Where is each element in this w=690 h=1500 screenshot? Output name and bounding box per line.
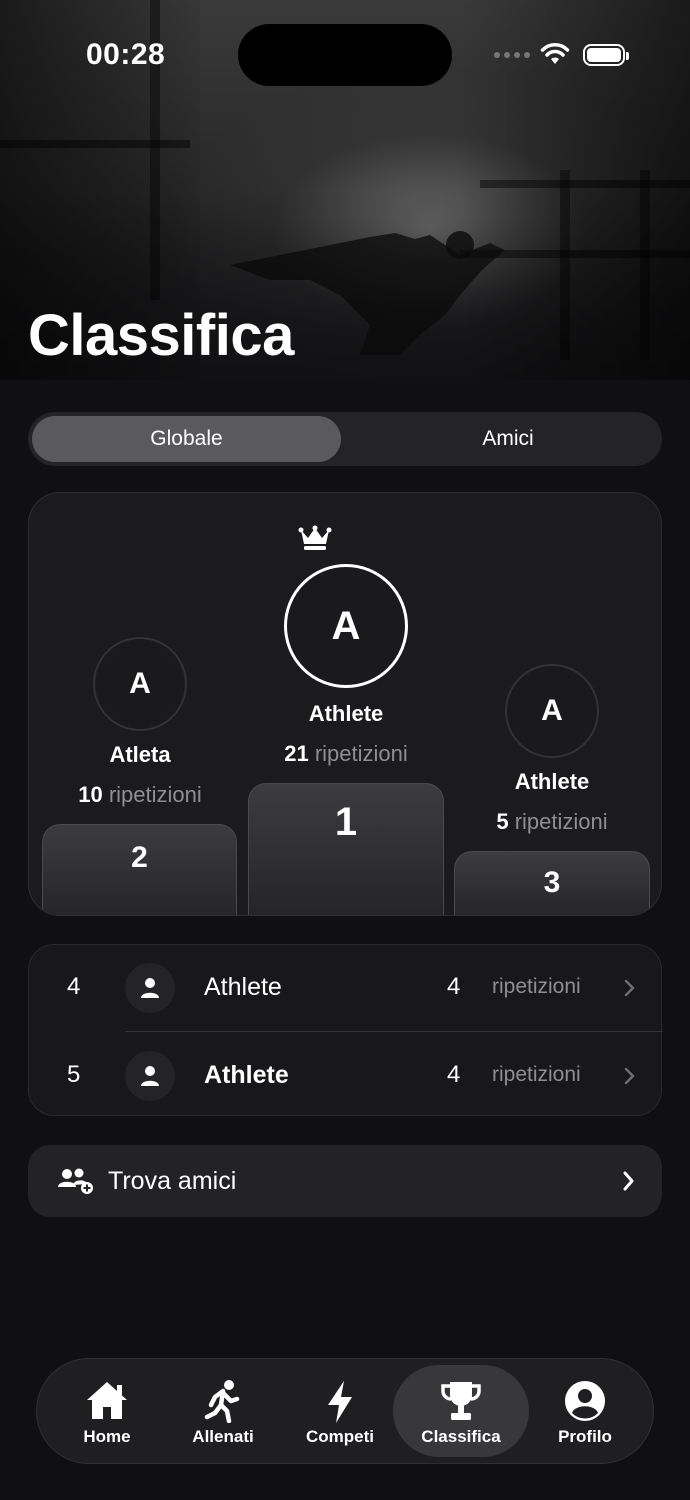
ranking-count: 4 — [447, 973, 461, 1000]
status-bar: 00:28 — [0, 0, 690, 110]
wifi-icon — [540, 43, 570, 64]
chevron-right-icon — [624, 1067, 635, 1085]
ranking-unit: ripetizioni — [492, 975, 581, 998]
user-icon — [125, 1051, 175, 1101]
podium-name-second: Atleta — [109, 742, 171, 767]
trophy-icon — [441, 1382, 481, 1420]
tab-home[interactable]: Home — [49, 1365, 165, 1457]
tab-leaderboard[interactable]: Classifica — [393, 1365, 529, 1457]
ranking-name: Athlete — [204, 973, 282, 1001]
podium-step-second: 2 — [42, 824, 237, 915]
podium-name-third: Athlete — [514, 769, 590, 794]
podium-card: A Atleta 10 ripetizioni 2 A Athlete 21 r… — [28, 492, 662, 916]
chevron-right-icon — [623, 1171, 634, 1191]
ranking-position: 4 — [67, 973, 81, 1000]
tab-bar: Home Allenati Competi Classifica Profilo — [36, 1358, 654, 1464]
running-icon — [204, 1380, 240, 1423]
ranking-row[interactable]: 5 Athlete 4 ripetizioni — [29, 1033, 663, 1119]
tab-train[interactable]: Allenati — [165, 1365, 281, 1457]
ranking-unit: ripetizioni — [492, 1063, 581, 1086]
tab-global[interactable]: Globale — [32, 416, 341, 462]
ranking-name: Athlete — [204, 1061, 289, 1089]
house-icon — [87, 1382, 127, 1419]
status-time: 00:28 — [86, 38, 166, 71]
cellular-signal-icon — [494, 52, 530, 58]
podium-step-third: 3 — [454, 851, 650, 915]
podium-reps-second: 10 ripetizioni — [78, 782, 202, 807]
row-divider — [125, 1031, 663, 1032]
dynamic-island — [238, 24, 452, 86]
tab-compete[interactable]: Competi — [282, 1365, 398, 1457]
avatar-second[interactable]: A — [93, 637, 187, 731]
podium-reps-third: 5 ripetizioni — [496, 809, 608, 834]
tab-profile[interactable]: Profilo — [527, 1365, 643, 1457]
user-icon — [125, 963, 175, 1013]
ranking-position: 5 — [67, 1061, 81, 1088]
podium-step-first: 1 — [248, 783, 444, 915]
tab-friends[interactable]: Amici — [358, 416, 658, 462]
rankings-list: 4 Athlete 4 ripetizioni 5 Athlete 4 ripe… — [28, 944, 663, 1119]
find-friends-button[interactable]: Trova amici — [28, 1145, 662, 1217]
podium-name-first: Athlete — [308, 701, 384, 726]
avatar-initial: A — [331, 603, 361, 648]
crown-icon — [298, 525, 332, 550]
leaderboard-scope-toggle: Globale Amici — [28, 412, 662, 466]
avatar-third[interactable]: A — [505, 664, 599, 758]
bolt-icon — [328, 1381, 352, 1423]
chevron-right-icon — [624, 979, 635, 997]
battery-icon — [583, 44, 629, 66]
avatar-first[interactable]: A — [284, 564, 408, 688]
find-friends-label: Trova amici — [108, 1167, 237, 1195]
podium-reps-first: 21 ripetizioni — [284, 741, 408, 766]
profile-icon — [565, 1381, 605, 1421]
add-friends-icon — [58, 1168, 93, 1194]
avatar-initial: A — [129, 667, 151, 700]
avatar-initial: A — [541, 694, 563, 727]
page-title: Classifica — [28, 303, 294, 368]
ranking-count: 4 — [447, 1061, 461, 1088]
ranking-row[interactable]: 4 Athlete 4 ripetizioni — [29, 945, 663, 1031]
